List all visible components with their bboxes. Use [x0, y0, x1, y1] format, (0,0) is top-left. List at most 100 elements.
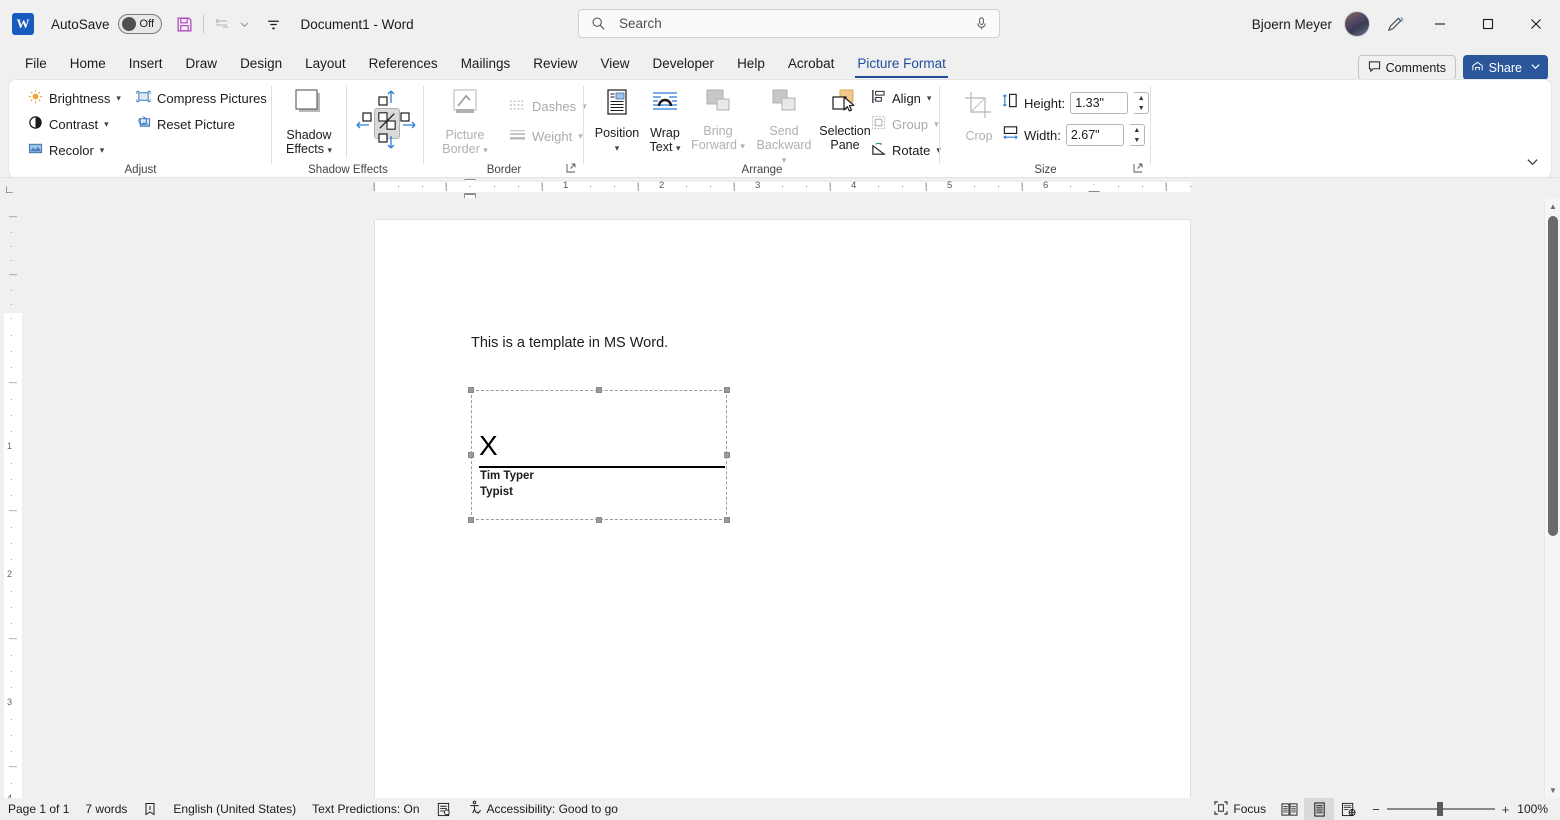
- resize-handle-bottom-right[interactable]: [724, 517, 730, 523]
- rotate-button[interactable]: Rotate ▾: [866, 138, 946, 162]
- height-input[interactable]: [1070, 92, 1129, 114]
- weight-button[interactable]: Weight ▾: [504, 124, 588, 148]
- accessibility-status[interactable]: Accessibility: Good to go: [459, 798, 626, 820]
- position-chevron-down-icon[interactable]: ▾: [615, 143, 620, 153]
- resize-handle-middle-left[interactable]: [468, 452, 474, 458]
- compress-pictures-button[interactable]: Compress Pictures: [131, 86, 272, 110]
- share-chevron-down-icon[interactable]: [1531, 62, 1540, 73]
- group-button[interactable]: Group ▾: [866, 112, 944, 136]
- text-predictions-status[interactable]: Text Predictions: On: [304, 798, 427, 820]
- picture-border-chevron-down-icon[interactable]: ▾: [483, 145, 488, 155]
- contrast-button[interactable]: Contrast ▾: [23, 112, 114, 136]
- tab-review[interactable]: Review: [522, 52, 588, 75]
- shadow-effects-chevron-down-icon[interactable]: ▾: [327, 145, 332, 155]
- resize-handle-top-center[interactable]: [596, 387, 602, 393]
- nudge-shadow-down-icon[interactable]: [376, 132, 398, 157]
- undo-chevron-down-icon[interactable]: [237, 9, 253, 39]
- zoom-in-button[interactable]: +: [1502, 802, 1510, 817]
- align-chevron-down-icon[interactable]: ▾: [927, 93, 932, 104]
- zoom-slider-track[interactable]: [1386, 802, 1495, 816]
- tab-references[interactable]: References: [358, 52, 449, 75]
- width-decrease-icon[interactable]: ▼: [1130, 135, 1144, 145]
- nudge-shadow-right-icon[interactable]: [398, 110, 418, 137]
- user-account-area[interactable]: Bjoern Meyer: [1252, 0, 1370, 48]
- signature-line-object[interactable]: X Tim Typer Typist: [468, 387, 730, 523]
- autosave-toggle[interactable]: Off: [117, 14, 162, 34]
- resize-handle-top-right[interactable]: [724, 387, 730, 393]
- vertical-scrollbar[interactable]: ▲ ▼: [1544, 198, 1560, 798]
- vertical-ruler[interactable]: — · · · — · · · · · · — · · · 1 · · · — …: [0, 198, 22, 803]
- reset-picture-button[interactable]: Reset Picture: [131, 112, 240, 136]
- tab-developer[interactable]: Developer: [642, 52, 726, 75]
- zoom-slider-thumb[interactable]: [1436, 802, 1443, 816]
- maximize-button[interactable]: [1464, 0, 1512, 48]
- page-number-status[interactable]: Page 1 of 1: [0, 798, 77, 820]
- crop-button[interactable]: Crop: [952, 88, 1006, 146]
- tab-help[interactable]: Help: [726, 52, 776, 75]
- height-increase-icon[interactable]: ▲: [1134, 93, 1148, 103]
- word-count-status[interactable]: 7 words: [77, 798, 135, 820]
- tab-acrobat[interactable]: Acrobat: [777, 52, 846, 75]
- web-layout-icon[interactable]: [1334, 798, 1364, 820]
- width-input[interactable]: [1065, 124, 1124, 146]
- brightness-button[interactable]: Brightness ▾: [23, 86, 126, 110]
- width-spinner[interactable]: ▲ ▼: [1129, 124, 1145, 146]
- resize-handle-top-left[interactable]: [468, 387, 474, 393]
- search-input[interactable]: Search: [578, 9, 1000, 38]
- scroll-thumb[interactable]: [1548, 216, 1558, 536]
- wrap-text-chevron-down-icon[interactable]: ▾: [676, 143, 681, 153]
- zoom-slider[interactable]: − +: [1364, 802, 1517, 817]
- save-icon[interactable]: [170, 9, 200, 39]
- language-status[interactable]: English (United States): [165, 798, 304, 820]
- bring-forward-button[interactable]: Bring Forward ▾: [684, 85, 752, 156]
- document-canvas[interactable]: This is a template in MS Word. X Tim Typ…: [22, 198, 1538, 798]
- tab-design[interactable]: Design: [229, 52, 293, 75]
- tab-draw[interactable]: Draw: [175, 52, 229, 75]
- dashes-button[interactable]: Dashes ▾: [504, 94, 592, 118]
- tab-mailings[interactable]: Mailings: [450, 52, 522, 75]
- nudge-shadow-left-icon[interactable]: [354, 110, 374, 137]
- pen-editor-icon[interactable]: [1378, 7, 1412, 41]
- document-page[interactable]: This is a template in MS Word. X Tim Typ…: [375, 220, 1190, 798]
- collapse-ribbon-chevron-down-icon[interactable]: [1526, 155, 1539, 171]
- recolor-button[interactable]: Recolor ▾: [23, 138, 109, 162]
- tab-picture-format[interactable]: Picture Format: [846, 52, 957, 78]
- brightness-chevron-down-icon[interactable]: ▾: [116, 93, 121, 104]
- zoom-level-label[interactable]: 100%: [1517, 802, 1560, 816]
- bring-forward-chevron-down-icon[interactable]: ▾: [740, 141, 745, 151]
- close-button[interactable]: [1512, 0, 1560, 48]
- avatar[interactable]: [1344, 11, 1370, 37]
- align-button[interactable]: Align ▾: [866, 86, 936, 110]
- tab-layout[interactable]: Layout: [294, 52, 357, 75]
- left-tab-stop-icon[interactable]: ∟: [4, 184, 15, 196]
- tab-home[interactable]: Home: [59, 52, 117, 75]
- tab-file[interactable]: File: [14, 52, 58, 75]
- picture-border-button[interactable]: Picture Border ▾: [434, 85, 496, 160]
- height-spinner[interactable]: ▲ ▼: [1134, 92, 1150, 114]
- height-decrease-icon[interactable]: ▼: [1134, 103, 1148, 113]
- comments-button[interactable]: Comments: [1357, 55, 1456, 80]
- tab-view[interactable]: View: [589, 52, 640, 75]
- scroll-down-icon[interactable]: ▼: [1545, 782, 1560, 798]
- border-dialog-launcher[interactable]: [566, 163, 576, 175]
- focus-mode-button[interactable]: Focus: [1206, 798, 1274, 820]
- tab-insert[interactable]: Insert: [118, 52, 174, 75]
- editor-score-icon[interactable]: [428, 798, 459, 820]
- read-mode-icon[interactable]: [1274, 798, 1304, 820]
- share-button[interactable]: Share: [1462, 55, 1548, 80]
- microphone-icon[interactable]: [974, 16, 989, 31]
- customize-quick-access-toolbar-icon[interactable]: [259, 9, 289, 39]
- resize-handle-bottom-center[interactable]: [596, 517, 602, 523]
- print-layout-icon[interactable]: [1304, 798, 1335, 820]
- group-chevron-down-icon[interactable]: ▾: [934, 119, 939, 130]
- proofing-errors-icon[interactable]: [135, 798, 165, 820]
- zoom-out-button[interactable]: −: [1372, 802, 1380, 817]
- width-increase-icon[interactable]: ▲: [1130, 125, 1144, 135]
- document-body-text[interactable]: This is a template in MS Word.: [471, 335, 668, 351]
- scroll-up-icon[interactable]: ▲: [1545, 198, 1560, 214]
- send-backward-button[interactable]: Send Backward ▾: [750, 85, 818, 170]
- recolor-chevron-down-icon[interactable]: ▾: [100, 145, 105, 156]
- shadow-effects-button[interactable]: Shadow Effects ▾: [278, 85, 340, 160]
- undo-icon[interactable]: [207, 9, 237, 39]
- resize-handle-middle-right[interactable]: [724, 452, 730, 458]
